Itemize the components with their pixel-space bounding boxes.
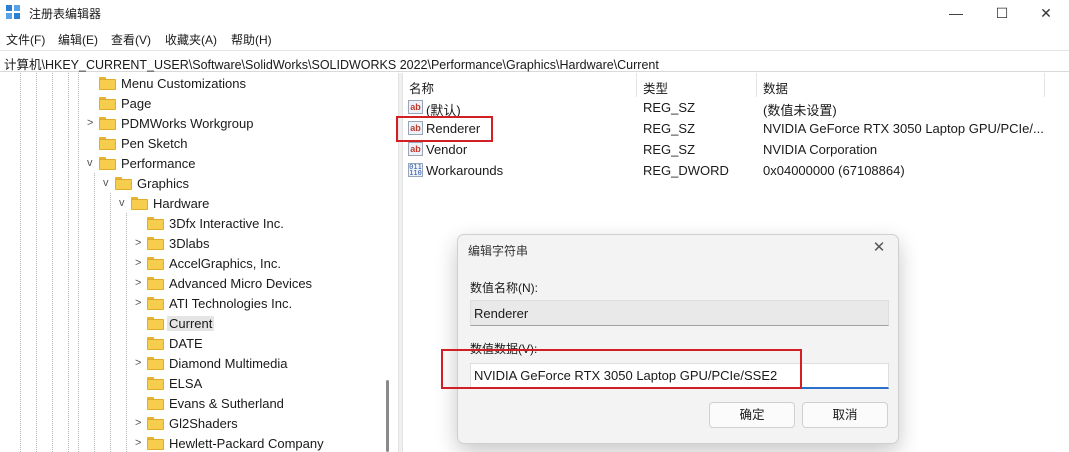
folder-icon [147, 437, 164, 450]
close-window-button[interactable]: ✕ [1023, 0, 1069, 26]
folder-icon [131, 197, 148, 210]
folder-icon [99, 117, 116, 130]
chevron-right-icon[interactable]: > [135, 236, 145, 250]
maximize-button[interactable]: ☐ [979, 0, 1025, 26]
edit-string-dialog: 编辑字符串 ✕ 数值名称(N): Renderer 数值数据(V): NVIDI… [457, 234, 899, 444]
list-row[interactable]: ab (默认) REG_SZ (数值未设置) [403, 97, 1069, 118]
string-value-icon: ab [408, 142, 423, 156]
menu-help[interactable]: 帮助(H) [231, 31, 272, 48]
value-name-field[interactable]: Renderer [470, 300, 889, 326]
address-path[interactable]: 计算机\HKEY_CURRENT_USER\Software\SolidWork… [4, 54, 659, 73]
column-header-name[interactable]: 名称 [409, 78, 434, 97]
folder-icon [99, 137, 116, 150]
folder-icon [147, 337, 164, 350]
folder-icon [147, 257, 164, 270]
list-row[interactable]: ab Renderer REG_SZ NVIDIA GeForce RTX 30… [403, 118, 1069, 139]
ok-button[interactable]: 确定 [709, 402, 795, 428]
expander-icon[interactable] [87, 136, 97, 150]
folder-icon [99, 157, 116, 170]
menu-favorites[interactable]: 收藏夹(A) [165, 31, 217, 48]
highlight-box-renderer [396, 116, 493, 142]
folder-icon [115, 177, 132, 190]
folder-icon [147, 357, 164, 370]
list-header: 名称 类型 数据 [403, 73, 1069, 97]
folder-icon [147, 237, 164, 250]
tree-scrollbar-thumb[interactable] [386, 380, 389, 452]
dialog-title: 编辑字符串 [468, 244, 529, 258]
folder-icon [147, 417, 164, 430]
menu-bar: 文件(F) 编辑(E) 查看(V) 收藏夹(A) 帮助(H) [0, 28, 1069, 50]
chevron-down-icon[interactable]: v [103, 176, 113, 190]
folder-icon [147, 217, 164, 230]
chevron-right-icon[interactable]: > [87, 116, 97, 130]
expander-icon[interactable] [87, 76, 97, 90]
folder-open-icon [147, 317, 164, 330]
dialog-close-icon[interactable]: ✕ [868, 238, 890, 258]
chevron-right-icon[interactable]: > [135, 296, 145, 310]
folder-icon [99, 77, 116, 90]
expander-icon[interactable] [135, 216, 145, 230]
column-header-type[interactable]: 类型 [643, 78, 668, 97]
cancel-button[interactable]: 取消 [802, 402, 888, 428]
minimize-button[interactable]: — [933, 0, 979, 26]
chevron-down-icon[interactable]: v [87, 156, 97, 170]
menu-file[interactable]: 文件(F) [6, 31, 45, 48]
regedit-app-icon [6, 5, 21, 20]
binary-value-icon: 011 110 [408, 163, 423, 177]
highlight-box-value-data [441, 349, 802, 389]
expander-icon[interactable] [87, 96, 97, 110]
column-header-data[interactable]: 数据 [763, 78, 788, 97]
chevron-right-icon[interactable]: > [135, 436, 145, 450]
folder-icon [147, 397, 164, 410]
expander-icon[interactable] [135, 316, 145, 330]
list-row[interactable]: 011 110 Workarounds REG_DWORD 0x04000000… [403, 160, 1069, 181]
chevron-down-icon[interactable]: v [119, 196, 129, 210]
value-name-label: 数值名称(N): [470, 281, 538, 295]
expander-icon[interactable] [135, 336, 145, 350]
chevron-right-icon[interactable]: > [135, 356, 145, 370]
window-title: 注册表编辑器 [29, 7, 102, 21]
chevron-right-icon[interactable]: > [135, 416, 145, 430]
folder-icon [147, 297, 164, 310]
menu-view[interactable]: 查看(V) [111, 31, 151, 48]
folder-icon [147, 277, 164, 290]
expander-icon[interactable] [135, 396, 145, 410]
title-bar: 注册表编辑器 — ☐ ✕ [0, 0, 1069, 26]
list-row[interactable]: ab Vendor REG_SZ NVIDIA Corporation [403, 139, 1069, 160]
folder-icon [99, 97, 116, 110]
registry-tree[interactable]: Menu Customizations Page > PDMWorks Work… [0, 73, 396, 452]
chevron-right-icon[interactable]: > [135, 276, 145, 290]
address-bar[interactable]: 计算机\HKEY_CURRENT_USER\Software\SolidWork… [0, 50, 1069, 72]
menu-edit[interactable]: 编辑(E) [58, 31, 98, 48]
chevron-right-icon[interactable]: > [135, 256, 145, 270]
expander-icon[interactable] [135, 376, 145, 390]
string-value-icon: ab [408, 100, 423, 114]
folder-icon [147, 377, 164, 390]
